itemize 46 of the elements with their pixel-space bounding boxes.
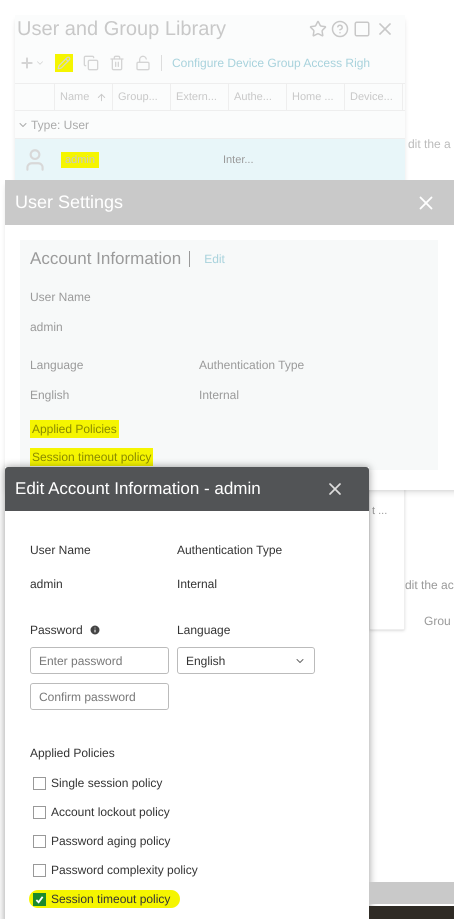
- policy-checkbox[interactable]: Single session policy: [29, 774, 172, 792]
- dialog-title: Edit Account Information - admin: [15, 478, 261, 500]
- field-label: Password: [30, 622, 83, 639]
- field-value: Session timeout policy: [30, 448, 154, 466]
- table-cell-text: Inter...: [222, 152, 254, 168]
- help-icon[interactable]: [331, 20, 349, 38]
- field-value: Internal: [199, 386, 240, 404]
- policy-checkbox[interactable]: Session timeout policy: [29, 890, 180, 908]
- info-icon[interactable]: [88, 624, 101, 636]
- plus-icon: [19, 55, 35, 71]
- table-cell: admin: [61, 152, 99, 168]
- policy-checkbox[interactable]: Account lockout policy: [29, 803, 180, 821]
- confirm-password-field[interactable]: Confirm password: [30, 683, 169, 710]
- policy-checkbox[interactable]: Password aging policy: [29, 832, 180, 850]
- copy-icon[interactable]: [83, 55, 99, 71]
- field-label: Authentication Type: [177, 542, 284, 559]
- field-value: English: [30, 386, 70, 404]
- password-field[interactable]: Enter password: [30, 647, 169, 674]
- field-value: admin: [30, 318, 63, 336]
- field-value: admin: [30, 576, 64, 593]
- checkmark-icon: [35, 894, 44, 904]
- star-icon[interactable]: [309, 20, 327, 38]
- field-label: Language: [30, 356, 84, 374]
- unlock-icon[interactable]: [135, 55, 151, 71]
- background-text: dit the a: [408, 136, 451, 153]
- policy-checkbox[interactable]: Password complexity policy: [29, 861, 208, 879]
- field-label: Authentication Type: [199, 356, 306, 374]
- background-text: Grou: [424, 613, 451, 630]
- configure-link[interactable]: Configure Device Group Access Righ: [172, 54, 370, 72]
- section-title: Account Information: [30, 248, 182, 270]
- edit-button[interactable]: [55, 54, 73, 72]
- edit-link[interactable]: Edit: [204, 250, 225, 268]
- field-label: User Name: [30, 288, 92, 306]
- table-row[interactable]: admin Inter...: [15, 139, 405, 181]
- sort-arrow-icon: [96, 92, 107, 102]
- field-label: Applied Policies: [30, 420, 119, 438]
- trash-icon[interactable]: [109, 55, 125, 71]
- section-label: Applied Policies: [30, 745, 116, 762]
- field-label: Language: [177, 622, 232, 639]
- field-value: Internal: [177, 576, 218, 593]
- language-dropdown[interactable]: English: [177, 647, 315, 674]
- background-text: dit the ac: [405, 577, 454, 594]
- maximize-icon[interactable]: [353, 20, 371, 38]
- background-text: t ...: [372, 504, 388, 519]
- add-button[interactable]: [19, 55, 45, 71]
- field-label: User Name: [30, 542, 92, 559]
